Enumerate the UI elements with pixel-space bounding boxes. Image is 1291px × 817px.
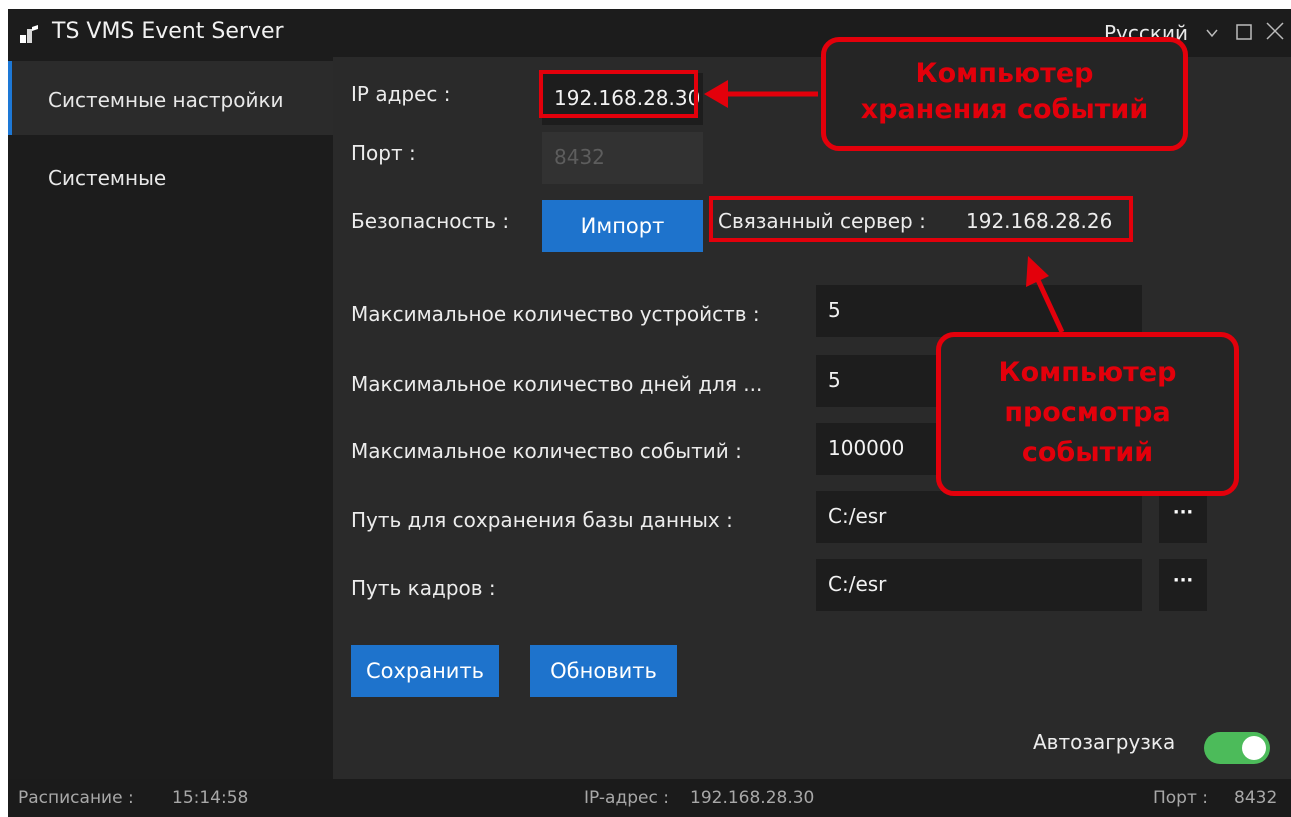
status-ip-label: IP-адрес : xyxy=(584,788,669,808)
frames-path-browse-button[interactable]: ··· xyxy=(1159,559,1207,611)
db-path-browse-button[interactable]: ··· xyxy=(1159,491,1207,543)
status-bar: Расписание : 15:14:58 IP-адрес : 192.168… xyxy=(8,779,1291,817)
sidebar-item-system-settings[interactable]: Системные настройки xyxy=(8,61,333,135)
status-ip-value: 192.168.28.30 xyxy=(690,788,815,808)
autoload-toggle[interactable] xyxy=(1204,732,1270,764)
port-input: 8432 xyxy=(542,132,703,184)
ip-highlight-box xyxy=(539,70,698,118)
schedule-label: Расписание : xyxy=(18,788,134,808)
viewing-computer-callout: Компьютер просмотра событий xyxy=(936,332,1239,496)
db-path-label: Путь для сохранения базы данных : xyxy=(351,508,733,532)
maximize-icon[interactable] xyxy=(1236,24,1252,40)
chevron-down-icon[interactable] xyxy=(1205,26,1219,40)
sidebar-item-system[interactable]: Системные xyxy=(8,149,333,223)
frames-path-label: Путь кадров : xyxy=(351,576,496,600)
schedule-time: 15:14:58 xyxy=(172,788,249,808)
window-title: TS VMS Event Server xyxy=(52,19,284,44)
max-devices-label: Максимальное количество устройств : xyxy=(351,302,760,326)
status-port-value: 8432 xyxy=(1234,788,1278,808)
status-port-label: Порт : xyxy=(1153,788,1209,808)
app-logo-icon xyxy=(20,25,38,43)
max-days-label: Максимальное количество дней для ... xyxy=(351,372,763,396)
port-label: Порт : xyxy=(351,141,416,165)
save-button[interactable]: Сохранить xyxy=(351,645,499,697)
security-label: Безопасность : xyxy=(351,209,510,233)
refresh-button[interactable]: Обновить xyxy=(530,645,677,697)
sidebar-item-label: Системные xyxy=(48,166,167,190)
autoload-label: Автозагрузка xyxy=(1033,730,1176,754)
linked-server-highlight-box xyxy=(709,196,1133,242)
storage-computer-callout: Компьютер хранения событий xyxy=(821,37,1188,151)
close-icon[interactable] xyxy=(1265,21,1285,41)
frames-path-input[interactable]: C:/esr xyxy=(816,559,1142,611)
sidebar: Системные настройки Системные xyxy=(8,57,333,779)
ip-label: IP адрес : xyxy=(351,82,451,106)
max-events-label: Максимальное количество событий : xyxy=(351,439,742,463)
db-path-input[interactable]: C:/esr xyxy=(816,491,1142,543)
sidebar-item-label: Системные настройки xyxy=(48,88,284,112)
toggle-knob xyxy=(1242,736,1266,760)
max-devices-input[interactable]: 5 xyxy=(816,285,1142,337)
import-button[interactable]: Импорт xyxy=(542,200,703,252)
